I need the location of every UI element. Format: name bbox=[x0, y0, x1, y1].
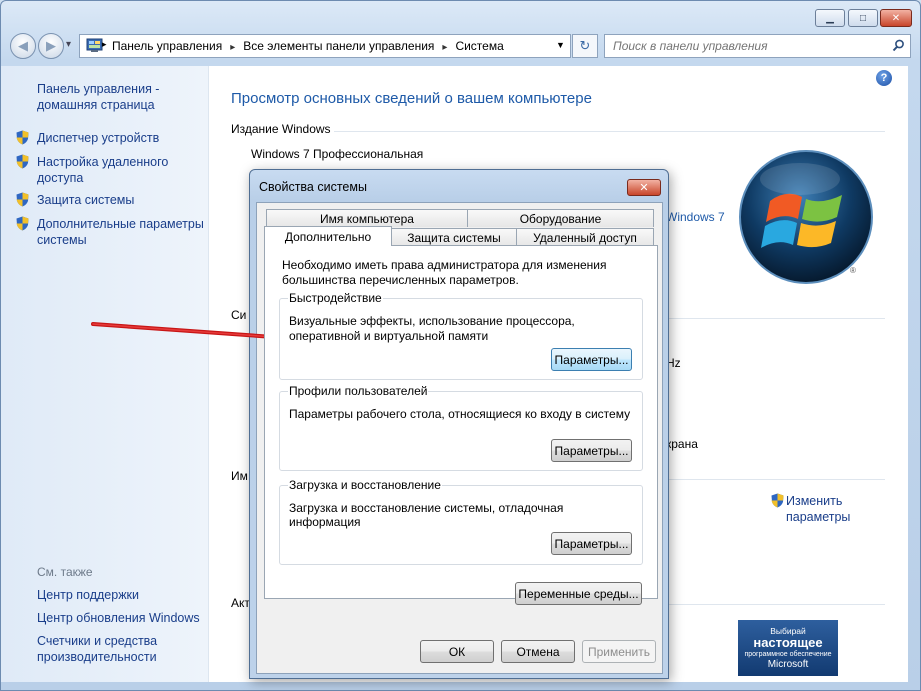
dialog-title: Свойства системы bbox=[259, 180, 367, 194]
section-divider bbox=[667, 318, 885, 319]
system-section-header-partial: Си bbox=[231, 308, 247, 322]
control-panel-home-link[interactable]: Панель управления - домашняя страница bbox=[37, 81, 197, 113]
windows-edition: Windows 7 Профессиональная bbox=[251, 147, 424, 161]
tab-system-protection[interactable]: Защита системы bbox=[391, 228, 517, 246]
computer-name-section-header-partial: Им bbox=[231, 469, 248, 483]
shield-icon bbox=[771, 493, 784, 508]
device-manager-link[interactable]: Диспетчер устройств bbox=[37, 130, 202, 146]
startup-recovery-settings-button[interactable]: Параметры... bbox=[551, 532, 632, 555]
pen-touch-partial-text: крана bbox=[666, 437, 698, 451]
svg-text:®: ® bbox=[850, 266, 856, 275]
breadcrumb-root-arrow-icon[interactable]: ▸ bbox=[102, 39, 107, 50]
section-divider bbox=[334, 131, 885, 132]
back-button[interactable]: ◀ bbox=[10, 33, 36, 59]
performance-tools-link[interactable]: Счетчики и средства производительности bbox=[37, 633, 187, 665]
help-icon: ? bbox=[880, 72, 888, 84]
apply-button[interactable]: Применить bbox=[582, 640, 656, 663]
startup-recovery-group-title: Загрузка и восстановление bbox=[288, 478, 442, 492]
forward-button[interactable]: ▶ bbox=[38, 33, 64, 59]
tab-panel-advanced: Необходимо иметь права администратора дл… bbox=[264, 245, 658, 605]
tab-remote[interactable]: Удаленный доступ bbox=[516, 228, 654, 246]
windows-update-link[interactable]: Центр обновления Windows bbox=[37, 610, 200, 626]
task-item-protection[interactable] bbox=[16, 192, 29, 210]
tab-advanced[interactable]: Дополнительно bbox=[264, 226, 392, 246]
startup-recovery-description: Загрузка и восстановление системы, отлад… bbox=[289, 501, 564, 529]
system-protection-link[interactable]: Защита системы bbox=[37, 192, 202, 208]
shield-icon bbox=[16, 216, 29, 231]
tab-computer-name[interactable]: Имя компьютера bbox=[266, 209, 468, 227]
maximize-button[interactable]: □ bbox=[848, 9, 878, 27]
dialog-body: Имя компьютера Оборудование Дополнительн… bbox=[256, 202, 663, 674]
see-also-header: См. также bbox=[37, 565, 93, 579]
minimize-button[interactable]: ▁ bbox=[815, 9, 845, 27]
address-bar[interactable]: ▸ Панель управления ▸ Все элементы панели … bbox=[79, 34, 571, 58]
tab-hardware[interactable]: Оборудование bbox=[467, 209, 654, 227]
refresh-icon: ↻ bbox=[579, 38, 591, 53]
environment-variables-button[interactable]: Переменные среды... bbox=[515, 582, 642, 605]
breadcrumb-control-panel[interactable]: Панель управления bbox=[112, 39, 222, 53]
admin-note: Необходимо иметь права администратора дл… bbox=[282, 258, 607, 287]
action-center-link[interactable]: Центр поддержки bbox=[37, 587, 139, 603]
startup-recovery-group: Загрузка и восстановление Загрузка и вос… bbox=[279, 478, 643, 565]
performance-group: Быстродействие Визуальные эффекты, испол… bbox=[279, 291, 643, 380]
performance-settings-button[interactable]: Параметры... bbox=[551, 348, 632, 371]
badge-line-2: настоящее bbox=[753, 635, 823, 650]
performance-description: Визуальные эффекты, использование процес… bbox=[289, 314, 575, 343]
refresh-button[interactable]: ↻ bbox=[572, 34, 598, 58]
breadcrumb-system[interactable]: Система bbox=[455, 39, 503, 53]
breadcrumb-all-items[interactable]: Все элементы панели управления bbox=[243, 39, 434, 53]
search-box[interactable] bbox=[604, 34, 911, 58]
recent-pages-dropdown[interactable]: ▾ bbox=[66, 39, 71, 50]
shield-icon bbox=[16, 192, 29, 207]
breadcrumb-separator-icon[interactable]: ▸ bbox=[442, 42, 447, 53]
breadcrumb-separator-icon[interactable]: ▸ bbox=[230, 42, 235, 53]
genuine-microsoft-badge: Выбирай настоящее программное обеспечени… bbox=[738, 620, 838, 676]
task-item-advanced[interactable] bbox=[16, 216, 29, 234]
activation-section-header-partial: Акт bbox=[231, 596, 250, 610]
badge-line-4: Microsoft bbox=[767, 659, 809, 670]
user-profiles-group-title: Профили пользователей bbox=[288, 384, 429, 398]
ok-button[interactable]: ОК bbox=[420, 640, 494, 663]
remote-settings-link[interactable]: Настройка удаленного доступа bbox=[37, 154, 187, 186]
section-divider bbox=[667, 479, 885, 480]
section-divider bbox=[667, 604, 885, 605]
close-button[interactable]: ✕ bbox=[880, 9, 912, 27]
search-input[interactable] bbox=[611, 38, 875, 54]
help-button[interactable]: ? bbox=[876, 70, 892, 86]
advanced-settings-link[interactable]: Дополнительные параметры системы bbox=[37, 216, 205, 248]
shield-icon bbox=[16, 154, 29, 169]
forward-arrow-icon: ▶ bbox=[46, 38, 56, 53]
task-item-device-manager[interactable] bbox=[16, 130, 29, 148]
dialog-close-button[interactable]: ✕ bbox=[627, 179, 661, 196]
shield-icon bbox=[16, 130, 29, 145]
change-settings-shield[interactable] bbox=[771, 493, 784, 511]
edition-header: Издание Windows bbox=[231, 122, 331, 136]
windows-logo-icon: ® bbox=[739, 150, 873, 284]
address-dropdown-icon[interactable]: ▼ bbox=[556, 40, 565, 50]
system-properties-dialog: Свойства системы ✕ Имя компьютера Оборуд… bbox=[249, 169, 669, 679]
change-settings-link[interactable]: Изменить параметры bbox=[786, 493, 858, 525]
user-profiles-description: Параметры рабочего стола, относящиеся ко… bbox=[289, 407, 631, 421]
close-icon: ✕ bbox=[639, 182, 649, 194]
user-profiles-settings-button[interactable]: Параметры... bbox=[551, 439, 632, 462]
breadcrumb: Панель управления ▸ Все элементы панели уп… bbox=[112, 39, 504, 53]
task-item-remote[interactable] bbox=[16, 154, 29, 172]
page-title: Просмотр основных сведений о вашем компь… bbox=[231, 90, 592, 107]
back-arrow-icon: ◀ bbox=[18, 38, 28, 53]
performance-group-title: Быстродействие bbox=[288, 291, 383, 305]
service-pack-partial-text: Windows 7 bbox=[666, 210, 725, 224]
user-profiles-group: Профили пользователей Параметры рабочего… bbox=[279, 384, 643, 471]
search-icon[interactable] bbox=[892, 39, 905, 52]
cancel-button[interactable]: Отмена bbox=[501, 640, 575, 663]
